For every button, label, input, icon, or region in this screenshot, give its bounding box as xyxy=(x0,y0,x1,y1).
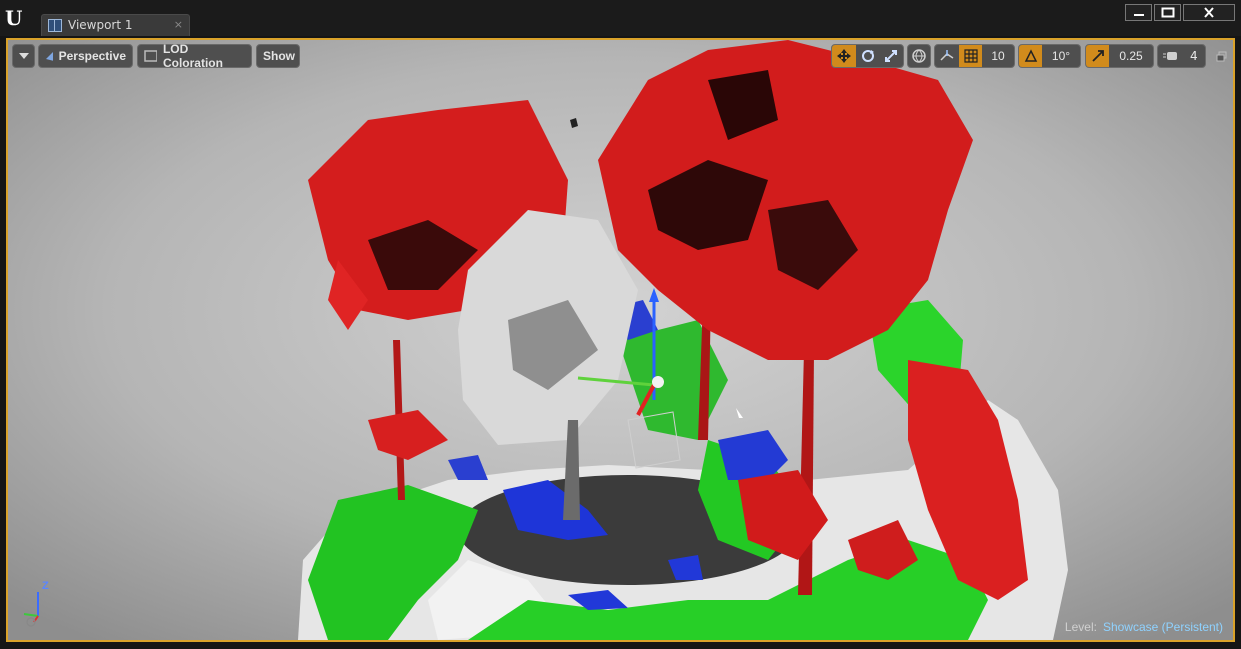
grid-snap-group: 10 xyxy=(934,44,1015,68)
camera-speed-value: 4 xyxy=(1190,49,1198,63)
lod-coloration-label: LOD Coloration xyxy=(162,42,223,70)
coordinate-system-button[interactable] xyxy=(907,44,931,68)
viewport-grid-icon xyxy=(48,19,62,32)
maximize-icon xyxy=(1161,7,1174,18)
scale-tool-button[interactable] xyxy=(879,45,903,67)
viewport[interactable]: Perspective LOD Coloration Show 10 10° 0… xyxy=(6,38,1235,642)
camera-speed-icon xyxy=(1163,52,1177,60)
close-button[interactable] xyxy=(1183,4,1235,21)
minimize-icon xyxy=(1133,13,1144,16)
show-label: Show xyxy=(263,49,295,63)
tab-close-icon[interactable]: × xyxy=(174,18,183,31)
transform-tools-group xyxy=(831,44,904,68)
grid-snap-toggle[interactable] xyxy=(959,45,982,67)
close-icon xyxy=(1204,7,1214,18)
rotate-tool-button[interactable] xyxy=(856,45,880,67)
axis-z-label: Z xyxy=(42,580,49,592)
lod-coloration-button[interactable]: LOD Coloration xyxy=(137,42,252,70)
rotate-icon xyxy=(861,50,874,62)
viewport-options-button[interactable] xyxy=(12,44,35,68)
level-name: Showcase (Persistent) xyxy=(1102,620,1223,634)
scale-snap-icon xyxy=(1091,50,1104,62)
translate-icon xyxy=(836,49,851,63)
scale-snap-group: 0.25 xyxy=(1085,44,1154,68)
lod-icon xyxy=(144,50,157,62)
rotation-snap-toggle[interactable] xyxy=(1019,45,1042,67)
tab-label: Viewport 1 xyxy=(68,18,133,32)
perspective-icon xyxy=(46,52,53,61)
scale-snap-toggle[interactable] xyxy=(1086,45,1109,67)
scale-icon xyxy=(885,50,898,62)
maximize-button[interactable] xyxy=(1154,4,1181,21)
axis-icon xyxy=(23,592,39,627)
view-mode-label: Perspective xyxy=(58,49,126,63)
translate-tool-button[interactable] xyxy=(832,45,856,67)
title-bar: U Viewport 1 × xyxy=(0,0,1241,36)
axis-gizmo: Z xyxy=(16,578,56,628)
rotation-snap-value-text: 10° xyxy=(1051,49,1071,63)
grid-snap-value[interactable]: 10 xyxy=(982,45,1014,67)
minimize-button[interactable] xyxy=(1125,4,1152,21)
viewport-toolbar: Perspective LOD Coloration Show 10 10° 0… xyxy=(8,40,1233,76)
surface-snap-button[interactable] xyxy=(935,45,959,67)
level-prefix: Level: xyxy=(1064,620,1097,634)
restore-viewport-icon xyxy=(1216,51,1226,61)
surface-snap-icon xyxy=(940,50,954,61)
view-mode-button[interactable]: Perspective xyxy=(38,44,133,68)
window-controls xyxy=(1123,4,1235,21)
unreal-logo: U xyxy=(5,6,22,30)
rotation-snap-value[interactable]: 10° xyxy=(1042,45,1080,67)
chevron-down-icon xyxy=(18,53,29,59)
camera-speed-button[interactable]: 4 xyxy=(1157,44,1206,68)
level-indicator: Level: Showcase (Persistent) xyxy=(1065,620,1223,634)
globe-icon xyxy=(912,49,926,63)
scale-snap-value[interactable]: 0.25 xyxy=(1109,45,1153,67)
grid-snap-value-text: 10 xyxy=(991,49,1005,63)
restore-viewport-button[interactable] xyxy=(1213,48,1229,64)
scale-snap-value-text: 0.25 xyxy=(1119,49,1143,63)
angle-icon xyxy=(1024,49,1037,62)
viewport-scene[interactable] xyxy=(8,40,1233,640)
tab-viewport-1[interactable]: Viewport 1 × xyxy=(41,14,190,36)
grid-icon xyxy=(963,49,978,63)
show-button[interactable]: Show xyxy=(256,44,300,68)
rotation-snap-group: 10° xyxy=(1018,44,1081,68)
